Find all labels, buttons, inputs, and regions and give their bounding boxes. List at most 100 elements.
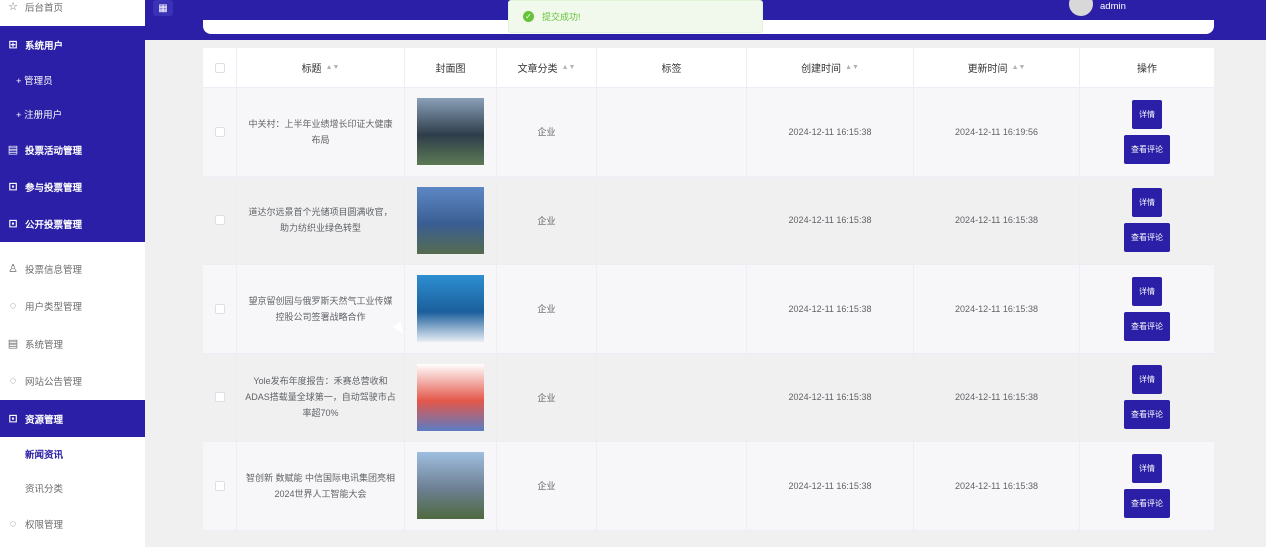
toast-message: 提交成功! (542, 12, 581, 22)
select-all-cell (203, 48, 237, 87)
row-checkbox[interactable] (214, 392, 225, 403)
sidebar-item-vote-activities[interactable]: ▤ 投票活动管理 (0, 131, 145, 168)
created-time: 2024-12-11 16:15:38 (788, 480, 872, 491)
category-cell: 企业 (497, 88, 597, 176)
detail-button[interactable]: 详情 (1132, 276, 1162, 306)
view-comments-button[interactable]: 查看评论 (1124, 134, 1170, 164)
sidebar-item-resources[interactable]: ⊡ 资源管理 (0, 400, 145, 437)
table-row: Yole发布年度报告：禾赛总营收和ADAS搭载量全球第一，自动驾驶市占率超70%… (203, 353, 1214, 442)
table-row: 智创新 数赋能 中信国际电讯集团亮相2024世界人工智能大会 企业 2024-12-… (203, 442, 1214, 531)
sidebar-item-system-users[interactable]: ⊞ 系统用户 (0, 26, 145, 63)
cover-image[interactable] (417, 98, 484, 166)
sidebar-item-label: 参与投票管理 (25, 182, 83, 194)
username[interactable]: admin (1100, 1, 1126, 12)
sidebar-item-permissions[interactable]: ◌ 权限管理 (0, 505, 145, 542)
created-cell: 2024-12-11 16:15:38 (747, 88, 914, 176)
created-cell: 2024-12-11 16:15:38 (747, 265, 914, 353)
header-title[interactable]: 标题 ▲▼ (237, 48, 405, 87)
sidebar-item-label: 投票信息管理 (25, 264, 83, 276)
updated-time: 2024-12-11 16:15:38 (955, 215, 1038, 226)
table-row: 望京留创园与俄罗斯天然气工业传媒控股公司签署战略合作 企业 2024-12-11 1… (203, 265, 1214, 354)
cover-image[interactable] (417, 186, 484, 254)
apps-grid-icon: ▦ (158, 2, 168, 14)
detail-button[interactable]: 详情 (1132, 453, 1162, 483)
sidebar-item-label: 新闻资讯 (25, 450, 64, 461)
avatar[interactable] (1069, 0, 1093, 16)
sidebar-item-user-types[interactable]: ◌ 用户类型管理 (0, 287, 145, 324)
header-updated[interactable]: 更新时间 ▲▼ (914, 48, 1080, 87)
sort-icon: ▲▼ (845, 64, 859, 71)
sidebar-item-system[interactable]: ▤ 系统管理 (0, 325, 145, 362)
header-tags: 标签 (597, 48, 747, 87)
cover-image[interactable] (417, 452, 484, 520)
detail-button[interactable]: 详情 (1132, 188, 1162, 218)
chat-icon: ◌ (9, 517, 17, 530)
check-circle-icon: ✓ (523, 11, 534, 22)
sidebar-item-admins[interactable]: + 管理员 (0, 63, 145, 97)
menu-toggle-button[interactable]: ▦ (153, 0, 173, 16)
success-toast: ✓ 提交成功! (508, 0, 763, 33)
sidebar-item-vote-info[interactable]: ♙ 投票信息管理 (0, 250, 145, 287)
cover-cell (405, 442, 497, 530)
row-checkbox[interactable] (214, 126, 225, 137)
actions-cell: 详情 查看评论 (1080, 265, 1214, 353)
row-select-cell (203, 265, 237, 353)
grid-icon: ⊞ (8, 39, 18, 51)
article-title: 智创新 数赋能 中信国际电讯集团亮相2024世界人工智能大会 (245, 472, 395, 499)
chat-icon: ◌ (9, 374, 17, 387)
sidebar-item-label: 用户类型管理 (25, 301, 83, 313)
created-cell: 2024-12-11 16:15:38 (747, 176, 914, 264)
updated-cell: 2024-12-11 16:15:38 (914, 265, 1080, 353)
cover-cell (405, 353, 497, 441)
actions-cell: 详情 查看评论 (1080, 88, 1214, 176)
sidebar-item-label: + 管理员 (16, 76, 53, 87)
view-comments-button[interactable]: 查看评论 (1124, 400, 1170, 430)
header-created[interactable]: 创建时间 ▲▼ (747, 48, 914, 87)
sidebar-item-registered-users[interactable]: + 注册用户 (0, 97, 145, 131)
view-comments-button[interactable]: 查看评论 (1124, 311, 1170, 341)
sidebar-item-news[interactable]: 新闻资讯 (0, 437, 145, 471)
row-checkbox[interactable] (214, 480, 225, 491)
user-icon: ♙ (8, 263, 18, 275)
sidebar-item-public-votes[interactable]: ⊡ 公开投票管理 (0, 205, 145, 242)
created-cell: 2024-12-11 16:15:38 (747, 442, 914, 530)
select-all-checkbox[interactable] (214, 62, 225, 73)
created-cell: 2024-12-11 16:15:38 (747, 353, 914, 441)
cover-cell (405, 88, 497, 176)
clipboard-icon: ▤ (7, 338, 19, 350)
row-select-cell (203, 176, 237, 264)
view-comments-button[interactable]: 查看评论 (1124, 223, 1170, 253)
star-icon: ☆ (8, 1, 18, 13)
created-time: 2024-12-11 16:15:38 (788, 392, 872, 403)
article-category: 企业 (537, 392, 556, 403)
detail-button[interactable]: 详情 (1132, 365, 1162, 395)
actions-cell: 详情 查看评论 (1080, 177, 1214, 265)
cover-image[interactable] (417, 363, 484, 431)
row-checkbox[interactable] (214, 303, 225, 314)
detail-button[interactable]: 详情 (1132, 99, 1162, 129)
category-cell: 企业 (497, 265, 597, 353)
updated-cell: 2024-12-11 16:15:38 (914, 176, 1080, 264)
sidebar-item-news-categories[interactable]: 资讯分类 (0, 471, 145, 505)
sidebar-item-home[interactable]: ☆ 后台首页 (0, 0, 145, 25)
vote-icon: ⊡ (8, 218, 18, 230)
actions-cell: 详情 查看评论 (1080, 354, 1214, 442)
clipboard-icon: ▤ (7, 144, 19, 156)
updated-cell: 2024-12-11 16:15:38 (914, 353, 1080, 441)
title-cell: 望京留创园与俄罗斯天然气工业传媒控股公司签署战略合作 (237, 265, 405, 353)
tags-cell (597, 442, 747, 530)
sidebar-item-vote-participation[interactable]: ⊡ 参与投票管理 (0, 168, 145, 205)
article-category: 企业 (537, 215, 556, 226)
header-category[interactable]: 文章分类 ▲▼ (497, 48, 597, 87)
row-checkbox[interactable] (214, 215, 225, 226)
view-comments-button[interactable]: 查看评论 (1124, 488, 1170, 518)
vote-icon: ⊡ (8, 413, 18, 425)
sort-icon: ▲▼ (325, 64, 340, 71)
sidebar-item-announcements[interactable]: ◌ 网站公告管理 (0, 362, 145, 399)
sidebar-item-label: 投票活动管理 (25, 145, 83, 157)
tags-cell (597, 265, 747, 353)
category-cell: 企业 (497, 353, 597, 441)
cover-cell (405, 176, 497, 264)
sort-icon: ▲▼ (1011, 64, 1026, 71)
cover-image[interactable] (417, 275, 484, 343)
